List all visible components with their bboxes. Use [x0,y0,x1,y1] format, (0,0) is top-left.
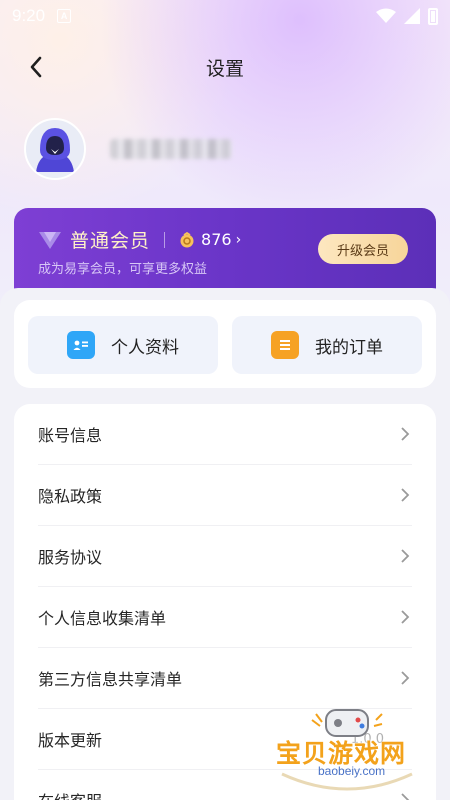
page-title: 设置 [205,57,244,80]
back-arrow-icon [30,56,42,78]
menu-item-privacy-policy[interactable]: 隐私政策 [38,465,412,526]
watermark: 宝贝游戏网 baobeiy.com [272,704,422,794]
signal-icon [404,8,420,24]
hooded-avatar-icon [26,120,84,178]
menu-item-label: 第三方信息共享清单 [38,670,183,689]
my-orders-label: 我的订单 [315,337,383,358]
user-profile[interactable] [24,118,232,180]
profile-info-button[interactable]: 个人资料 [28,316,218,374]
vip-description: 成为易享会员，可享更多权益 [38,262,208,277]
upgrade-vip-button[interactable]: 升级会员 [318,234,408,264]
chevron-right-icon [401,610,410,624]
menu-item-label: 隐私政策 [38,487,103,506]
menu-item-label: 账号信息 [38,426,103,445]
menu-item-label: 个人信息收集清单 [38,609,167,628]
menu-item-service-agreement[interactable]: 服务协议 [38,526,412,587]
quick-actions: 个人资料 我的订单 [14,300,436,388]
username-blurred [110,139,232,159]
notification-icon: A [57,9,72,23]
chevron-right-icon: › [235,231,242,248]
chevron-right-icon [401,427,410,441]
vip-level: 普通会员 [70,230,151,252]
chevron-right-icon [401,549,410,563]
my-orders-button[interactable]: 我的订单 [232,316,422,374]
status-bar: 9:20 A [0,0,450,32]
menu-item-label: 版本更新 [38,731,103,750]
divider [164,231,166,248]
battery-icon [428,7,438,25]
wifi-icon [376,8,396,23]
diamond-icon [39,231,61,249]
profile-card-icon [67,331,95,359]
chevron-right-icon [401,793,410,800]
watermark-url: baobeiy.com [318,764,386,778]
status-time: 9:20 [12,6,46,25]
coin-bag-icon [180,231,194,247]
back-button[interactable] [20,51,52,83]
chevron-right-icon [401,671,410,685]
menu-item-third-party-sharing[interactable]: 第三方信息共享清单 [38,648,412,709]
menu-item-account-info[interactable]: 账号信息 [38,404,412,465]
chevron-right-icon [401,488,410,502]
menu-item-label: 在线客服 [38,788,102,800]
avatar[interactable] [24,118,86,180]
menu-item-personal-info-list[interactable]: 个人信息收集清单 [38,587,412,648]
menu-item-label: 服务协议 [38,548,103,567]
profile-info-label: 个人资料 [111,337,179,358]
order-document-icon [271,331,299,359]
points-value[interactable]: 876 [201,230,232,249]
app-header: 设置 [0,45,450,89]
